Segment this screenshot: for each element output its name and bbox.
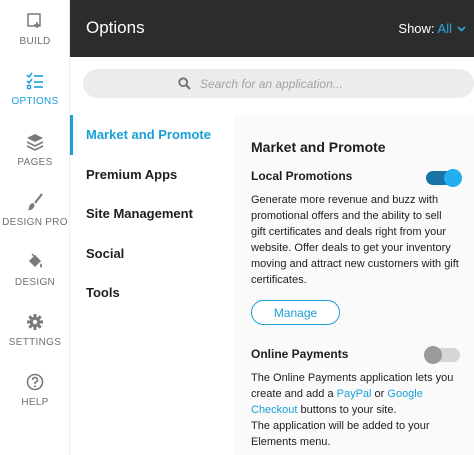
question-icon [26, 373, 44, 391]
app-name-local-promotions: Local Promotions [251, 169, 353, 183]
description-line: Checkout buttons to your site. [251, 402, 467, 418]
category-social[interactable]: Social [70, 234, 234, 274]
category-site-management[interactable]: Site Management [70, 194, 234, 234]
category-market-and-promote[interactable]: Market and Promote [70, 115, 234, 155]
page-title: Options [86, 18, 145, 37]
description-line: promotional offers and the ability to se… [251, 210, 442, 222]
rail-item-help[interactable]: HELP [0, 373, 70, 429]
active-indicator [70, 115, 73, 155]
chevron-down-icon[interactable] [457, 26, 466, 32]
description-text: buttons to your site. [297, 404, 397, 416]
google-checkout-link[interactable]: Checkout [251, 404, 297, 416]
category-premium-apps[interactable]: Premium Apps [70, 155, 234, 195]
detail-panel: Market and Promote Local Promotions Gene… [234, 115, 474, 455]
category-label: Site Management [86, 206, 193, 221]
search-box[interactable] [83, 69, 474, 98]
description-line: create and add a PayPal or Google [251, 386, 467, 402]
rail-label-pages: PAGES [17, 157, 53, 168]
pages-icon [26, 134, 44, 151]
rail-label-build: BUILD [19, 36, 51, 47]
left-rail: BUILD OPTIONS PAGES DESIGN PRO DESIGN SE… [0, 0, 70, 455]
category-tools[interactable]: Tools [70, 273, 234, 313]
category-label: Tools [86, 285, 120, 300]
search-icon [178, 77, 191, 90]
show-filter[interactable]: Show: All [398, 21, 452, 36]
paypal-link[interactable]: PayPal [337, 388, 372, 400]
google-checkout-link[interactable]: Google [387, 388, 422, 400]
description-line: Generate more revenue and buzz with [251, 194, 439, 206]
toggle-knob [424, 346, 442, 364]
rail-label-settings: SETTINGS [8, 337, 62, 348]
show-label: Show: [398, 21, 435, 36]
online-payments-toggle[interactable] [424, 346, 460, 364]
build-icon [27, 13, 41, 28]
options-icon [26, 72, 43, 90]
brush-icon [27, 193, 43, 211]
paint-bucket-icon [29, 253, 42, 268]
show-filter-value[interactable]: All [438, 21, 452, 36]
description-text: or [371, 388, 388, 400]
app-name-online-payments: Online Payments [251, 347, 349, 361]
rail-label-options: OPTIONS [11, 96, 59, 107]
category-label: Social [86, 246, 125, 261]
search-input[interactable] [200, 69, 460, 98]
rail-item-design[interactable]: DESIGN [0, 253, 70, 309]
description-line: website. Offer deals to get your invento… [251, 242, 451, 254]
options-header: Options Show: All [70, 0, 474, 57]
rail-item-settings[interactable]: SETTINGS [0, 313, 70, 369]
description-line: certificates. [251, 274, 307, 286]
description-line: The application will be added to your [251, 420, 430, 432]
description-line: Elements menu. [251, 436, 331, 448]
description-line: moving and attract new customers with gi… [251, 258, 459, 270]
manage-button[interactable]: Manage [251, 300, 340, 325]
rail-label-design: DESIGN [14, 277, 56, 288]
gear-icon [27, 314, 43, 330]
rail-label-help: HELP [21, 397, 49, 408]
local-promotions-description: Generate more revenue and buzz with prom… [251, 192, 467, 288]
rail-item-build[interactable]: BUILD [0, 12, 70, 68]
rail-label-design-pro: DESIGN PRO [2, 217, 68, 228]
online-payments-description: The Online Payments application lets you… [251, 370, 467, 450]
category-label: Market and Promote [86, 127, 211, 142]
rail-item-options[interactable]: OPTIONS [0, 72, 70, 128]
rail-item-design-pro[interactable]: DESIGN PRO [0, 193, 70, 249]
local-promotions-toggle[interactable] [426, 169, 462, 187]
detail-title: Market and Promote [251, 139, 386, 155]
description-text: create and add a [251, 388, 337, 400]
toggle-knob [444, 169, 462, 187]
search-area [70, 57, 474, 115]
description-line: The Online Payments application lets you [251, 372, 454, 384]
category-label: Premium Apps [86, 167, 178, 182]
description-line: gift certificates and deals right from y… [251, 226, 447, 238]
category-list: Market and Promote Premium Apps Site Man… [70, 115, 234, 455]
rail-item-pages[interactable]: PAGES [0, 133, 70, 189]
